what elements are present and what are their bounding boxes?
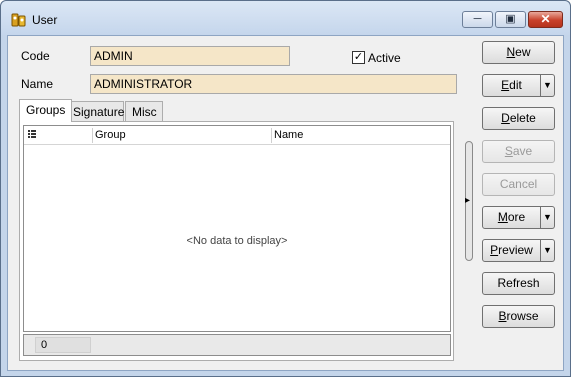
code-label: Code bbox=[21, 49, 50, 63]
grid-header: Group Name bbox=[24, 126, 450, 145]
column-divider[interactable] bbox=[92, 128, 93, 143]
new-button-rest: ew bbox=[515, 45, 531, 59]
new-button-mnemonic: N bbox=[506, 45, 516, 59]
grid-footer: 0 bbox=[23, 334, 451, 356]
delete-button[interactable]: Delete bbox=[482, 107, 555, 130]
more-dropdown-button[interactable]: ▼ bbox=[541, 206, 555, 229]
more-button-mnemonic: M bbox=[497, 210, 508, 224]
more-button[interactable]: More bbox=[482, 206, 541, 229]
preview-button[interactable]: Preview bbox=[482, 239, 541, 262]
delete-button-rest: elete bbox=[509, 111, 536, 125]
edit-button-rest: dit bbox=[509, 78, 522, 92]
chevron-down-icon: ▼ bbox=[543, 245, 552, 255]
column-header-group[interactable]: Group bbox=[95, 129, 126, 141]
column-chooser-icon[interactable] bbox=[27, 129, 37, 140]
form-body: Code ADMIN ✓ Active Name ADMINISTRATOR G… bbox=[7, 35, 564, 371]
save-button-rest: ave bbox=[512, 144, 533, 158]
cancel-button[interactable]: Cancel bbox=[482, 173, 555, 196]
edit-button[interactable]: Edit bbox=[482, 74, 541, 97]
code-field[interactable]: ADMIN bbox=[90, 46, 290, 66]
active-label: Active bbox=[368, 51, 401, 65]
tab-misc[interactable]: Misc bbox=[125, 101, 163, 122]
active-checkbox[interactable]: ✓ bbox=[352, 51, 365, 64]
new-button[interactable]: New bbox=[482, 41, 555, 64]
close-icon: ✕ bbox=[540, 12, 551, 26]
maximize-button[interactable]: ▣ bbox=[495, 11, 526, 28]
save-button-mnemonic: S bbox=[504, 144, 513, 158]
chevron-down-icon: ▼ bbox=[543, 212, 552, 222]
maximize-icon: ▣ bbox=[505, 13, 516, 25]
empty-grid-message: <No data to display> bbox=[186, 235, 288, 247]
record-count: 0 bbox=[35, 337, 91, 353]
cancel-button-label: Cancel bbox=[499, 177, 538, 191]
refresh-button-label: Refresh bbox=[497, 276, 540, 290]
name-label: Name bbox=[21, 77, 54, 91]
minimize-button[interactable]: ─ bbox=[462, 11, 493, 28]
window-title: User bbox=[32, 13, 58, 27]
refresh-button[interactable]: Refresh bbox=[482, 272, 555, 295]
tab-signature[interactable]: Signature bbox=[66, 101, 124, 122]
browse-button[interactable]: Browse bbox=[482, 305, 555, 328]
preview-button-rest: review bbox=[498, 243, 533, 257]
column-divider[interactable] bbox=[271, 128, 272, 143]
browse-button-mnemonic: B bbox=[498, 309, 507, 323]
minimize-icon: ─ bbox=[473, 13, 482, 25]
groups-grid[interactable]: Group Name <No data to display> bbox=[23, 125, 451, 332]
edit-dropdown-button[interactable]: ▼ bbox=[541, 74, 555, 97]
title-bar[interactable]: User ─ ▣ ✕ bbox=[1, 1, 570, 35]
edit-button-mnemonic: E bbox=[501, 78, 510, 92]
groups-panel: Group Name <No data to display> 0 bbox=[19, 121, 454, 361]
delete-button-mnemonic: D bbox=[501, 111, 510, 125]
chevron-down-icon: ▼ bbox=[543, 80, 552, 90]
chevron-right-icon[interactable]: ▸ bbox=[465, 195, 470, 206]
column-header-name[interactable]: Name bbox=[274, 129, 303, 141]
more-button-rest: ore bbox=[507, 210, 526, 224]
user-keys-icon bbox=[11, 12, 27, 28]
browse-button-rest: rowse bbox=[506, 309, 539, 323]
close-button[interactable]: ✕ bbox=[528, 11, 563, 28]
user-window: User ─ ▣ ✕ Code ADMIN ✓ Active Name ADMI… bbox=[0, 0, 571, 377]
tab-groups[interactable]: Groups bbox=[19, 99, 73, 122]
preview-dropdown-button[interactable]: ▼ bbox=[541, 239, 555, 262]
name-field[interactable]: ADMINISTRATOR bbox=[90, 74, 457, 94]
save-button[interactable]: Save bbox=[482, 140, 555, 163]
preview-button-mnemonic: P bbox=[490, 243, 499, 257]
